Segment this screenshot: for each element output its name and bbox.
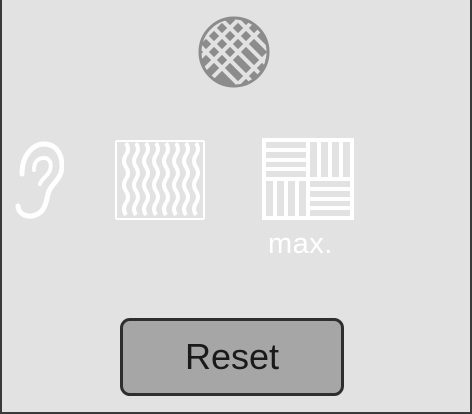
parquet-icon: [262, 138, 354, 220]
display-screen: max. Reset: [0, 0, 472, 414]
ear-icon: [10, 140, 64, 220]
max-label: max.: [268, 228, 333, 260]
wavy-lines-icon: [114, 139, 206, 221]
reset-button[interactable]: Reset: [120, 318, 344, 396]
mesh-circle-icon: [197, 15, 271, 89]
